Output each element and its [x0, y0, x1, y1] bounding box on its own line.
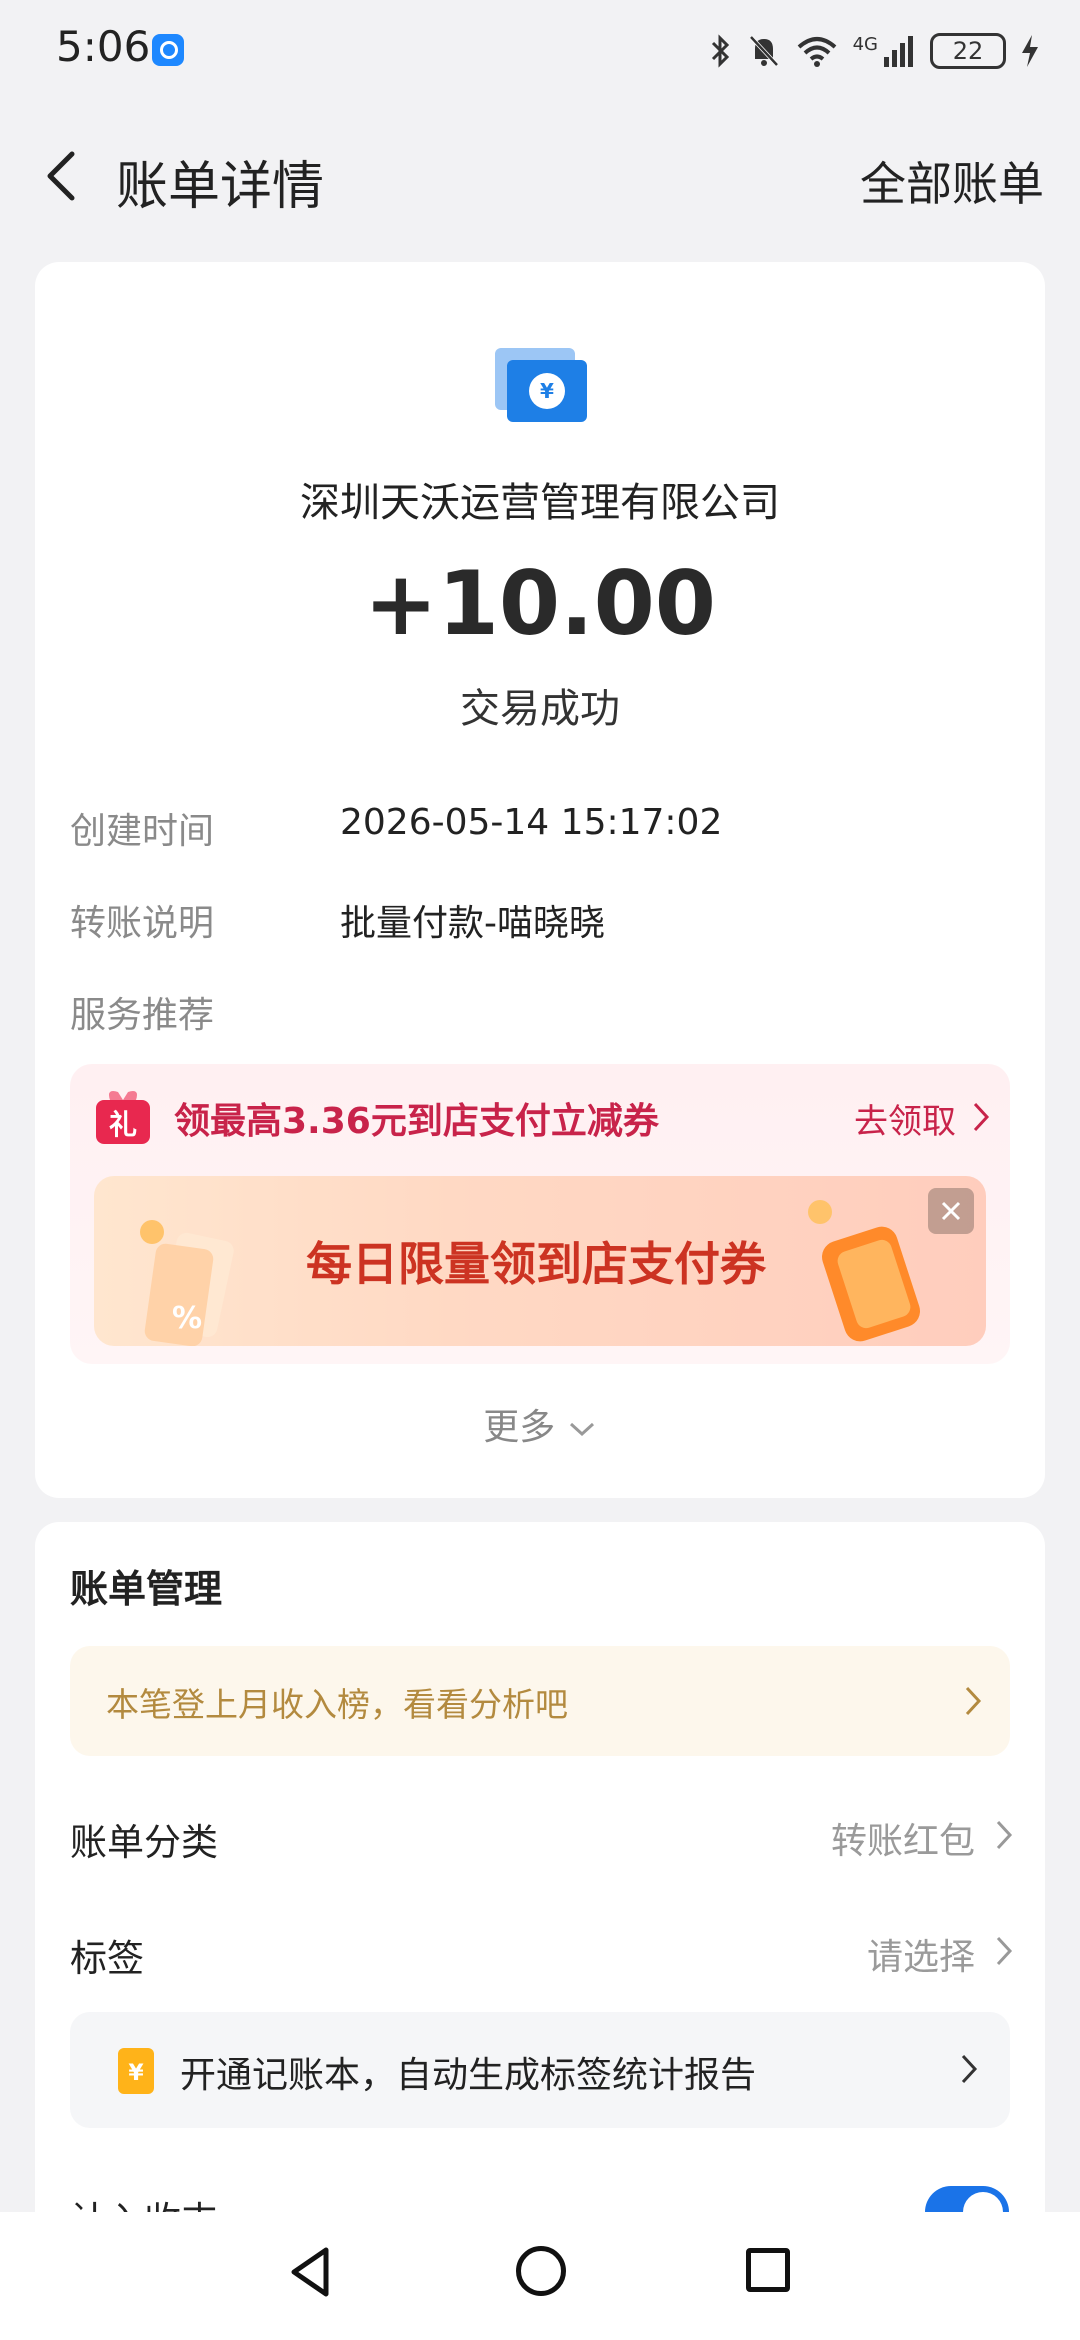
chevron-down-icon [569, 1422, 594, 1437]
bill-management-card: 账单管理 本笔登上月收入榜，看看分析吧 账单分类 转账红包 标签 请选择 ¥ 开… [35, 1522, 1045, 2282]
svg-text:%: % [172, 1301, 202, 1336]
promo-text: 领最高3.36元到店支付立减券 [174, 1101, 659, 1142]
notification-app-icon [152, 34, 184, 66]
ledger-text: 开通记账本，自动生成标签统计报告 [180, 2055, 757, 2096]
close-icon [941, 1201, 961, 1221]
transaction-status: 交易成功 [460, 686, 620, 732]
status-bar: 5:06 4G 22 [0, 0, 1080, 100]
chevron-right-icon [996, 1820, 1013, 1850]
tag-label: 标签 [70, 1937, 144, 1980]
svg-text:¥: ¥ [540, 379, 554, 403]
signal-icon [884, 36, 913, 67]
coupon-banner[interactable]: % 每日限量领到店支付券 [94, 1176, 986, 1346]
chevron-right-icon [965, 1686, 982, 1716]
ledger-yuan-icon: ¥ [118, 2048, 154, 2094]
gift-icon: 礼 [96, 1091, 150, 1144]
wifi-icon [797, 37, 836, 67]
claim-button[interactable]: 去领取 [854, 1094, 956, 1143]
created-time-label: 创建时间 [70, 811, 215, 852]
transaction-amount: +10.00 [363, 552, 717, 655]
merchant-name: 深圳天沃运营管理有限公司 [300, 480, 780, 526]
network-type: 4G [852, 33, 878, 55]
transfer-note-value: 批量付款-喵晓晓 [340, 903, 605, 944]
transfer-yuan-icon: ¥ [495, 348, 587, 422]
mute-bell-icon [749, 35, 779, 67]
svg-text:¥: ¥ [128, 2061, 144, 2086]
page-title: 账单详情 [116, 157, 325, 217]
charging-icon [1022, 35, 1038, 67]
category-value: 转账红包 [830, 1821, 975, 1862]
system-nav-bar [0, 2212, 1080, 2340]
category-label: 账单分类 [70, 1821, 218, 1864]
nav-back-icon[interactable] [286, 2244, 338, 2300]
ledger-promo-banner[interactable]: ¥ 开通记账本，自动生成标签统计报告 [70, 2012, 1010, 2128]
bluetooth-icon [711, 34, 729, 68]
back-arrow-icon[interactable] [40, 148, 88, 204]
income-insight-banner[interactable]: 本笔登上月收入榜，看看分析吧 [70, 1646, 1010, 1756]
nav-recents-icon[interactable] [746, 2248, 790, 2292]
promo-card[interactable]: 礼 领最高3.36元到店支付立减券 去领取 % 每日限量领到店支付券 [70, 1064, 1010, 1364]
header: 账单详情 全部账单 [0, 120, 1080, 230]
all-bills-link[interactable]: 全部账单 [860, 148, 1044, 214]
tag-value: 请选择 [866, 1937, 975, 1978]
transfer-note-label: 转账说明 [70, 903, 215, 944]
coupon-ticket-icon [808, 1200, 920, 1342]
service-recommend-label: 服务推荐 [70, 995, 215, 1036]
insight-text: 本笔登上月收入榜，看看分析吧 [106, 1685, 568, 1724]
chevron-right-icon [973, 1102, 990, 1132]
coupon-stack-icon: % [140, 1220, 234, 1346]
status-icons: 4G 22 [709, 26, 1040, 76]
chevron-right-icon [961, 2054, 978, 2084]
chevron-right-icon [996, 1936, 1013, 1966]
created-time-value: 2026-05-14 15:17:02 [340, 802, 723, 843]
nav-home-icon[interactable] [516, 2246, 566, 2296]
status-time: 5:06 [56, 22, 151, 71]
banner-text: 每日限量领到店支付券 [306, 1237, 766, 1291]
more-button[interactable]: 更多 [35, 1398, 1045, 1450]
more-label: 更多 [483, 1407, 556, 1448]
section-title: 账单管理 [70, 1567, 223, 1611]
battery-indicator: 22 [930, 33, 1006, 69]
svg-text:礼: 礼 [109, 1108, 137, 1141]
transaction-card: ¥ 深圳天沃运营管理有限公司 +10.00 交易成功 创建时间 2026-05-… [35, 262, 1045, 1498]
close-banner-button[interactable] [928, 1188, 974, 1234]
